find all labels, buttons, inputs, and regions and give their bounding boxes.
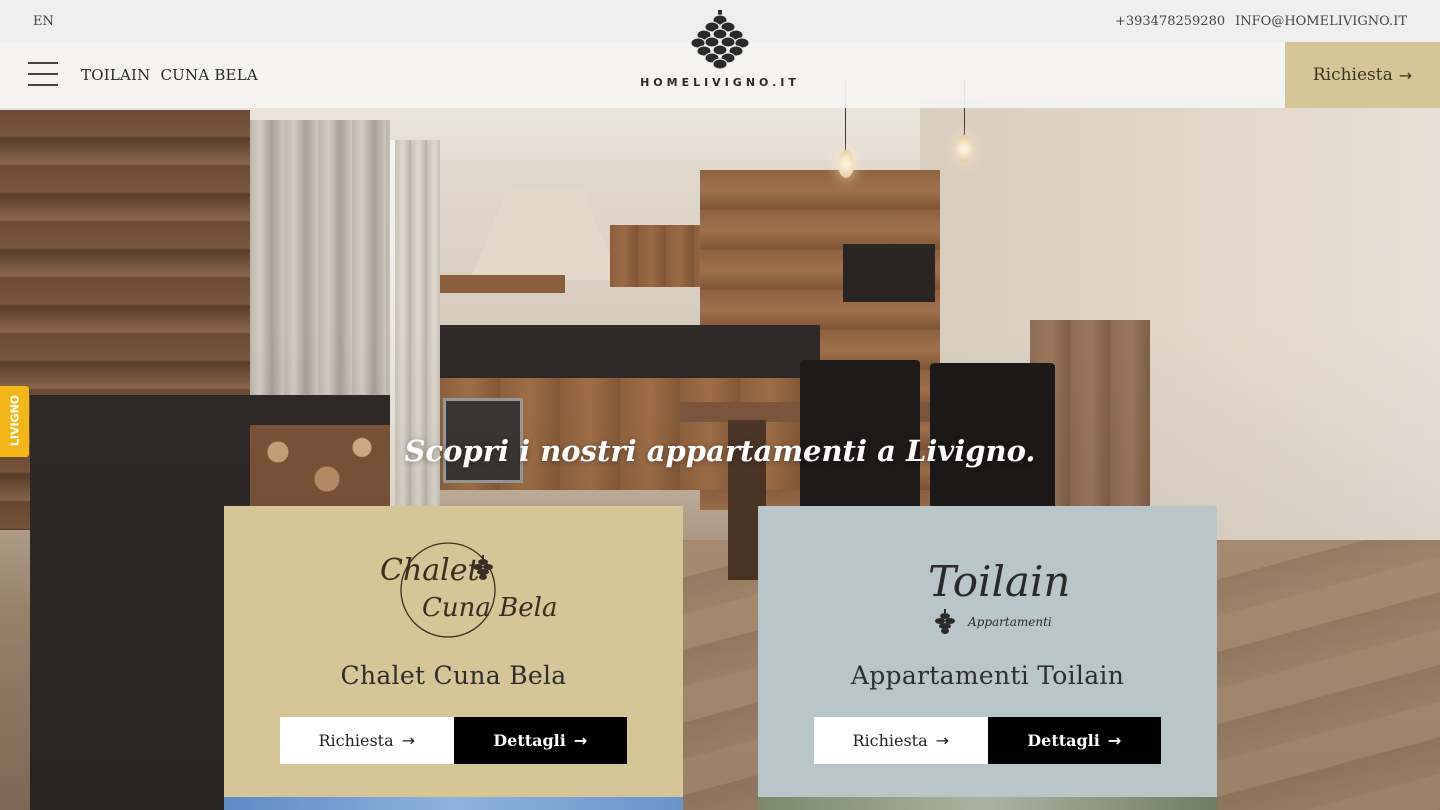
card-photo-preview — [758, 797, 1217, 810]
request-button-toilain[interactable]: Richiesta → — [814, 717, 988, 764]
toilain-logo: Toilain Appartamenti — [758, 534, 1217, 644]
details-label: Dettagli — [493, 731, 566, 750]
nav-link-toilain[interactable]: TOILAIN — [81, 66, 150, 84]
arrow-right-icon: → — [1398, 65, 1413, 85]
card-actions: Richiesta → Dettagli → — [814, 717, 1161, 764]
card-title: Chalet Cuna Bela — [340, 661, 567, 690]
site-logo[interactable]: HOMELIVIGNO.IT — [620, 10, 820, 96]
details-button-cuna-bela[interactable]: Dettagli → — [453, 717, 627, 764]
logo-text: HOMELIVIGNO.IT — [640, 76, 800, 89]
hero-headline: Scopri i nostri appartamenti a Livigno. — [404, 434, 1036, 468]
toilain-logo-line1: Toilain — [928, 557, 1070, 606]
details-button-toilain[interactable]: Dettagli → — [987, 717, 1161, 764]
property-card-toilain: Toilain Appartamenti Appartamenti Toilai… — [758, 506, 1217, 810]
property-card-cuna-bela: Chalet Cuna Bela Chalet Cuna Bela Richie… — [224, 506, 683, 810]
request-button-label: Richiesta — [1312, 65, 1393, 85]
request-button-header[interactable]: Richiesta → — [1285, 42, 1440, 108]
cuna-bela-logo-line1: Chalet — [380, 553, 481, 588]
request-button-cuna-bela[interactable]: Richiesta → — [280, 717, 454, 764]
cuna-bela-logo-line2: Cuna Bela — [422, 593, 557, 623]
request-label: Richiesta — [318, 731, 394, 750]
cuna-bela-logo: Chalet Cuna Bela — [224, 534, 683, 644]
pinecone-icon — [690, 10, 750, 70]
toilain-logo-line2: Appartamenti — [967, 615, 1052, 629]
card-photo-preview — [224, 797, 683, 810]
contact-links: +393478259280 INFO@HOMELIVIGNO.IT — [1115, 14, 1407, 29]
arrow-right-icon: → — [1107, 731, 1122, 750]
arrow-right-icon: → — [401, 731, 416, 750]
card-title: Appartamenti Toilain — [850, 661, 1125, 690]
nav-links: TOILAIN CUNA BELA — [81, 66, 258, 84]
phone-link[interactable]: +393478259280 — [1115, 14, 1225, 29]
hero-background-image — [0, 0, 1440, 810]
pinecone-icon — [935, 609, 955, 634]
nav-link-cuna-bela[interactable]: CUNA BELA — [160, 66, 257, 84]
details-label: Dettagli — [1027, 731, 1100, 750]
hamburger-menu-icon[interactable] — [28, 61, 58, 87]
card-actions: Richiesta → Dettagli → — [280, 717, 627, 764]
language-switch-link[interactable]: EN — [33, 14, 54, 29]
arrow-right-icon: → — [573, 731, 588, 750]
request-label: Richiesta — [852, 731, 928, 750]
arrow-right-icon: → — [935, 731, 950, 750]
email-link[interactable]: INFO@HOMELIVIGNO.IT — [1235, 14, 1407, 29]
